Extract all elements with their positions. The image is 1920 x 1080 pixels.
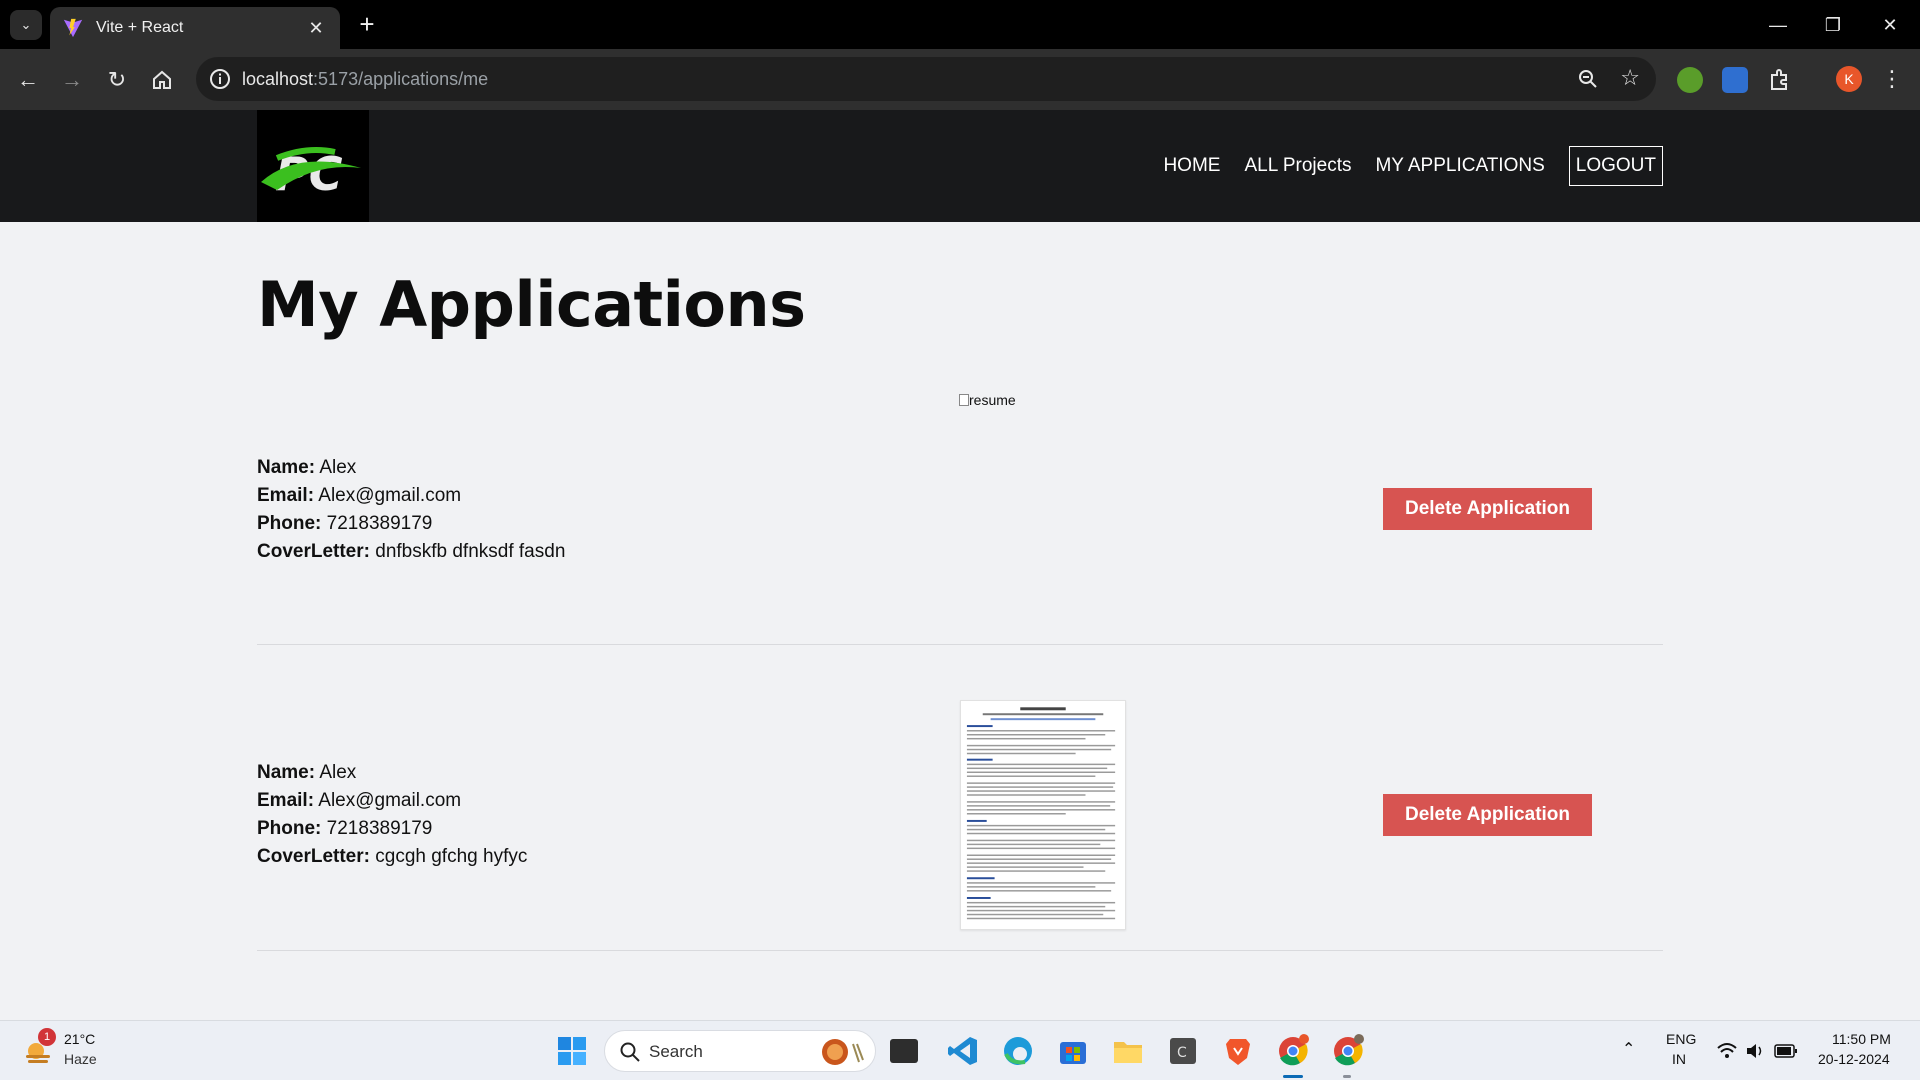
extension-green-icon[interactable]: [1677, 67, 1703, 93]
windows-taskbar: 1 21°C Haze Search C ⌃ ENG IN 11:50 PM 2…: [0, 1020, 1920, 1080]
vite-favicon-icon: [63, 18, 83, 38]
volume-icon[interactable]: [1744, 1041, 1766, 1061]
email-label: Email:: [257, 790, 315, 811]
delete-application-button[interactable]: Delete Application: [1383, 488, 1592, 530]
email-label: Email:: [257, 485, 315, 506]
extension-blue-icon[interactable]: [1722, 67, 1748, 93]
applicant-name: Alex: [319, 457, 357, 478]
applicant-cover-row: CoverLetter: cgcgh gfchg hyfyc: [257, 843, 527, 871]
profile-avatar[interactable]: K: [1836, 66, 1862, 92]
app-c-icon[interactable]: C: [1166, 1034, 1200, 1068]
windows-start-icon[interactable]: [555, 1034, 589, 1068]
applicant-phone: 7218389179: [326, 513, 433, 534]
resume-alt-text: resume: [969, 392, 1016, 408]
browser-tab[interactable]: Vite + React ✕: [50, 7, 340, 49]
brave-icon[interactable]: [1221, 1034, 1255, 1068]
chrome-profile-icon[interactable]: [1331, 1034, 1365, 1068]
cover-letter-label: CoverLetter:: [257, 846, 370, 867]
clock-time[interactable]: 11:50 PM: [1832, 1031, 1891, 1047]
nav-all-projects[interactable]: ALL Projects: [1244, 155, 1351, 177]
weather-notification-badge: 1: [38, 1028, 56, 1046]
url-text[interactable]: localhost:5173/applications/me: [242, 69, 488, 90]
battery-icon[interactable]: [1774, 1042, 1798, 1060]
task-view-icon[interactable]: [890, 1039, 918, 1063]
application-card: Name: Alex Email: Alex@gmail.com Phone: …: [257, 645, 1663, 951]
taskbar-search-box[interactable]: Search: [604, 1030, 876, 1072]
tray-overflow-chevron-icon[interactable]: ⌃: [1622, 1039, 1635, 1059]
applicant-name: Alex: [319, 762, 357, 783]
search-placeholder: Search: [649, 1042, 703, 1061]
tab-title: Vite + React: [96, 19, 184, 36]
browser-tab-bar: ⌄ Vite + React ✕ + — ❐ ✕: [0, 0, 1920, 49]
browser-toolbar: ← → ↻ localhost:5173/applications/me ☆ K…: [0, 49, 1920, 110]
bookmark-star-icon[interactable]: ☆: [1620, 65, 1640, 91]
application-details: Name: Alex Email: Alex@gmail.com Phone: …: [257, 759, 527, 871]
file-explorer-icon[interactable]: [1111, 1034, 1145, 1068]
forward-icon[interactable]: →: [54, 62, 90, 98]
page-title: My Applications: [257, 268, 806, 341]
name-label: Name:: [257, 457, 316, 478]
zoom-icon[interactable]: [1576, 67, 1600, 91]
minimize-icon[interactable]: —: [1758, 8, 1798, 42]
site-header: PC HOME ALL Projects MY APPLICATIONS LOG…: [0, 110, 1920, 222]
site-nav: HOME ALL Projects MY APPLICATIONS LOGOUT: [1163, 110, 1663, 222]
chrome-icon[interactable]: [1276, 1034, 1310, 1068]
weather-description[interactable]: Haze: [64, 1051, 97, 1067]
site-info-icon[interactable]: [208, 67, 232, 91]
url-host: localhost: [242, 69, 314, 89]
applicant-phone-row: Phone: 7218389179: [257, 510, 565, 538]
home-icon[interactable]: [144, 62, 180, 98]
applicant-email: Alex@gmail.com: [318, 485, 462, 506]
chrome-profile-indicator: [1343, 1075, 1351, 1078]
cover-letter-label: CoverLetter:: [257, 541, 370, 562]
browser-menu-icon[interactable]: ⋮: [1880, 62, 1904, 96]
applicant-phone-row: Phone: 7218389179: [257, 815, 527, 843]
back-icon[interactable]: ←: [10, 62, 46, 98]
applicant-name-row: Name: Alex: [257, 759, 527, 787]
applicant-email: Alex@gmail.com: [318, 790, 462, 811]
weather-temperature[interactable]: 21°C: [64, 1031, 95, 1047]
name-label: Name:: [257, 762, 316, 783]
resume-broken-image[interactable]: resume: [959, 392, 1016, 408]
application-card: Name: Alex Email: Alex@gmail.com Phone: …: [257, 370, 1663, 645]
cover-letter-text: dnfbskfb dfnksdf fasdn: [375, 541, 566, 562]
cover-letter-text: cgcgh gfchg hyfyc: [375, 846, 528, 867]
extensions-puzzle-icon[interactable]: [1767, 67, 1793, 93]
search-highlight-icon: [822, 1039, 864, 1065]
reload-icon[interactable]: ↻: [99, 62, 135, 98]
resume-thumbnail[interactable]: [960, 700, 1126, 930]
broken-image-icon: [959, 394, 969, 406]
chrome-active-indicator: [1283, 1075, 1303, 1078]
applicant-cover-row: CoverLetter: dnfbskfb dfnksdf fasdn: [257, 538, 565, 566]
tab-search-chevron-icon[interactable]: ⌄: [10, 10, 42, 40]
close-window-icon[interactable]: ✕: [1870, 8, 1910, 42]
restore-icon[interactable]: ❐: [1813, 8, 1853, 42]
phone-label: Phone:: [257, 818, 322, 839]
language-top[interactable]: ENG: [1666, 1031, 1696, 1047]
vscode-icon[interactable]: [946, 1034, 980, 1068]
applicant-name-row: Name: Alex: [257, 454, 565, 482]
wifi-icon[interactable]: [1716, 1041, 1738, 1061]
application-details: Name: Alex Email: Alex@gmail.com Phone: …: [257, 454, 565, 566]
svg-text:C: C: [1177, 1045, 1187, 1061]
language-bottom[interactable]: IN: [1672, 1051, 1686, 1067]
new-tab-button[interactable]: +: [352, 10, 382, 40]
logout-button[interactable]: LOGOUT: [1568, 146, 1663, 186]
nav-my-applications[interactable]: MY APPLICATIONS: [1375, 155, 1544, 177]
delete-application-button[interactable]: Delete Application: [1383, 794, 1592, 836]
tab-close-icon[interactable]: ✕: [304, 18, 328, 39]
nav-home[interactable]: HOME: [1163, 155, 1220, 177]
pc-logo[interactable]: PC: [257, 110, 369, 222]
store-icon[interactable]: [1056, 1034, 1090, 1068]
address-bar[interactable]: localhost:5173/applications/me ☆: [196, 57, 1656, 101]
search-icon: [620, 1042, 640, 1062]
phone-label: Phone:: [257, 513, 322, 534]
clock-date[interactable]: 20-12-2024: [1818, 1051, 1890, 1067]
url-path: :5173/applications/me: [313, 69, 489, 89]
applicant-phone: 7218389179: [326, 818, 433, 839]
applicant-email-row: Email: Alex@gmail.com: [257, 482, 565, 510]
applicant-email-row: Email: Alex@gmail.com: [257, 787, 527, 815]
edge-icon[interactable]: [1001, 1034, 1035, 1068]
